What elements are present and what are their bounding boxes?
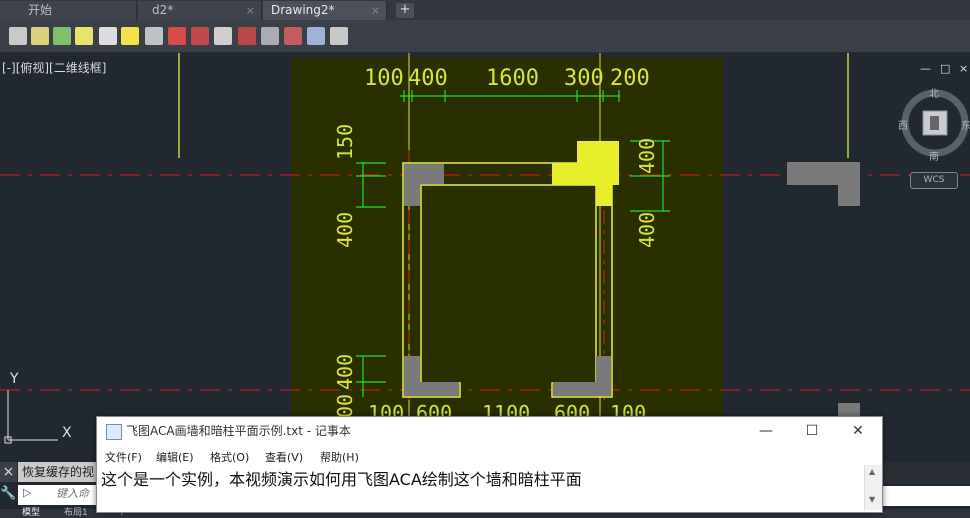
- tab-label: Drawing2*: [271, 3, 335, 17]
- tab-model[interactable]: 模型: [22, 509, 40, 518]
- dimension-text: 1600: [486, 66, 539, 91]
- viewcube-west[interactable]: 西: [898, 117, 908, 132]
- viewcube-north[interactable]: 北: [929, 85, 939, 100]
- menu-format[interactable]: 格式(O): [210, 449, 249, 465]
- dimension-text: 400: [635, 212, 659, 248]
- menu-edit[interactable]: 编辑(E): [156, 449, 194, 465]
- dimension-text: 100: [364, 66, 404, 91]
- wcs-menu[interactable]: WCS: [910, 172, 958, 189]
- dimension-text: 400: [333, 354, 357, 390]
- command-line[interactable]: ▷: [18, 485, 98, 505]
- tab-label: d2*: [152, 3, 174, 17]
- menu-file[interactable]: 文件(F): [105, 449, 142, 465]
- scroll-down-icon[interactable]: ▼: [869, 495, 875, 504]
- viewport-close-button[interactable]: ×: [959, 62, 968, 75]
- close-icon[interactable]: ×: [371, 1, 380, 20]
- wall-tool-icon[interactable]: [9, 27, 27, 45]
- viewport-restore-button[interactable]: □: [940, 62, 950, 75]
- menu-view[interactable]: 查看(V): [265, 449, 303, 465]
- door-tool-icon[interactable]: [238, 27, 256, 45]
- tab-layout1[interactable]: 布局1: [64, 509, 88, 518]
- command-close-button[interactable]: ×: [0, 462, 17, 482]
- star-tool-icon[interactable]: [121, 27, 139, 45]
- dimension-tool-icon[interactable]: [53, 27, 71, 45]
- wrench-icon[interactable]: 🔧: [0, 486, 17, 506]
- close-icon[interactable]: ×: [246, 1, 255, 20]
- column-tool-icon[interactable]: [145, 27, 163, 45]
- status-area: [881, 462, 970, 484]
- new-tab-button[interactable]: +: [396, 3, 414, 18]
- notepad-titlebar[interactable]: 飞图ACA画墙和暗柱平面示例.txt - 记事本 — ☐ ✕: [97, 417, 882, 445]
- tab-label: 开始: [28, 3, 53, 17]
- highlighted-column: [596, 163, 612, 206]
- print-tool-icon[interactable]: [99, 27, 117, 45]
- command-history: 恢复缓存的视: [18, 462, 98, 482]
- axis-tool-icon[interactable]: [75, 27, 93, 45]
- notepad-menubar: 文件(F) 编辑(E) 格式(O) 查看(V) 帮助(H): [97, 445, 882, 465]
- command-input[interactable]: [18, 485, 96, 503]
- vertical-scrollbar[interactable]: ▲ ▼: [864, 465, 882, 510]
- tab-d2[interactable]: d2* ×: [138, 1, 262, 20]
- edit-tool-icon[interactable]: [31, 27, 49, 45]
- notepad-icon: [106, 424, 122, 440]
- level-tool-icon[interactable]: [307, 27, 325, 45]
- viewcube-east[interactable]: 东: [961, 117, 970, 132]
- dimension-text: 150: [333, 124, 357, 160]
- viewport-minimize-button[interactable]: —: [920, 62, 931, 75]
- grid-tool-icon[interactable]: [168, 27, 186, 45]
- column: [787, 162, 860, 206]
- notepad-window[interactable]: 飞图ACA画墙和暗柱平面示例.txt - 记事本 — ☐ ✕ 文件(F) 编辑(…: [96, 416, 883, 513]
- ucs-icon: [4, 390, 58, 444]
- command-line-right[interactable]: [881, 486, 970, 506]
- dimension-text: 00: [333, 394, 357, 418]
- dimension-text: 400: [408, 66, 448, 91]
- drawing-canvas[interactable]: 100 400 1600 300 200 150 400 400 00 400 …: [0, 53, 970, 463]
- maximize-button[interactable]: ☐: [789, 417, 835, 445]
- column: [404, 382, 459, 396]
- viewcube-south[interactable]: 南: [929, 148, 939, 163]
- dimension-text: 400: [333, 212, 357, 248]
- view-cube[interactable]: 北 南 西 东: [898, 89, 970, 163]
- stair-tool-icon[interactable]: [191, 27, 209, 45]
- delete-tool-icon[interactable]: [284, 27, 302, 45]
- toolbar: [0, 20, 970, 53]
- close-button[interactable]: ✕: [835, 417, 881, 445]
- column: [838, 403, 860, 417]
- column: [553, 382, 611, 396]
- viewport-label[interactable]: [-][俯视][二维线框]: [2, 59, 106, 76]
- minimize-button[interactable]: —: [743, 417, 789, 445]
- table-tool-icon[interactable]: [214, 27, 232, 45]
- dimension-text: 400: [635, 138, 659, 174]
- document-tab-bar: 开始 d2* × Drawing2* ×: [0, 0, 970, 20]
- stack-tool-icon[interactable]: [330, 27, 348, 45]
- notepad-text-area[interactable]: 这个是一个实例，本视频演示如何用飞图ACA绘制这个墙和暗柱平面: [101, 466, 866, 510]
- dimension-text: 200: [610, 66, 650, 91]
- notepad-title: 飞图ACA画墙和暗柱平面示例.txt - 记事本: [126, 424, 351, 438]
- tab-start[interactable]: 开始: [0, 1, 137, 20]
- dimension-text: 300: [564, 66, 604, 91]
- scroll-up-icon[interactable]: ▲: [869, 467, 875, 476]
- menu-help[interactable]: 帮助(H): [320, 449, 359, 465]
- ucs-y-label: Y: [10, 371, 19, 387]
- window-tool-icon[interactable]: [261, 27, 279, 45]
- ucs-x-label: X: [62, 425, 72, 441]
- tab-drawing2[interactable]: Drawing2* ×: [263, 1, 387, 20]
- column: [404, 164, 420, 206]
